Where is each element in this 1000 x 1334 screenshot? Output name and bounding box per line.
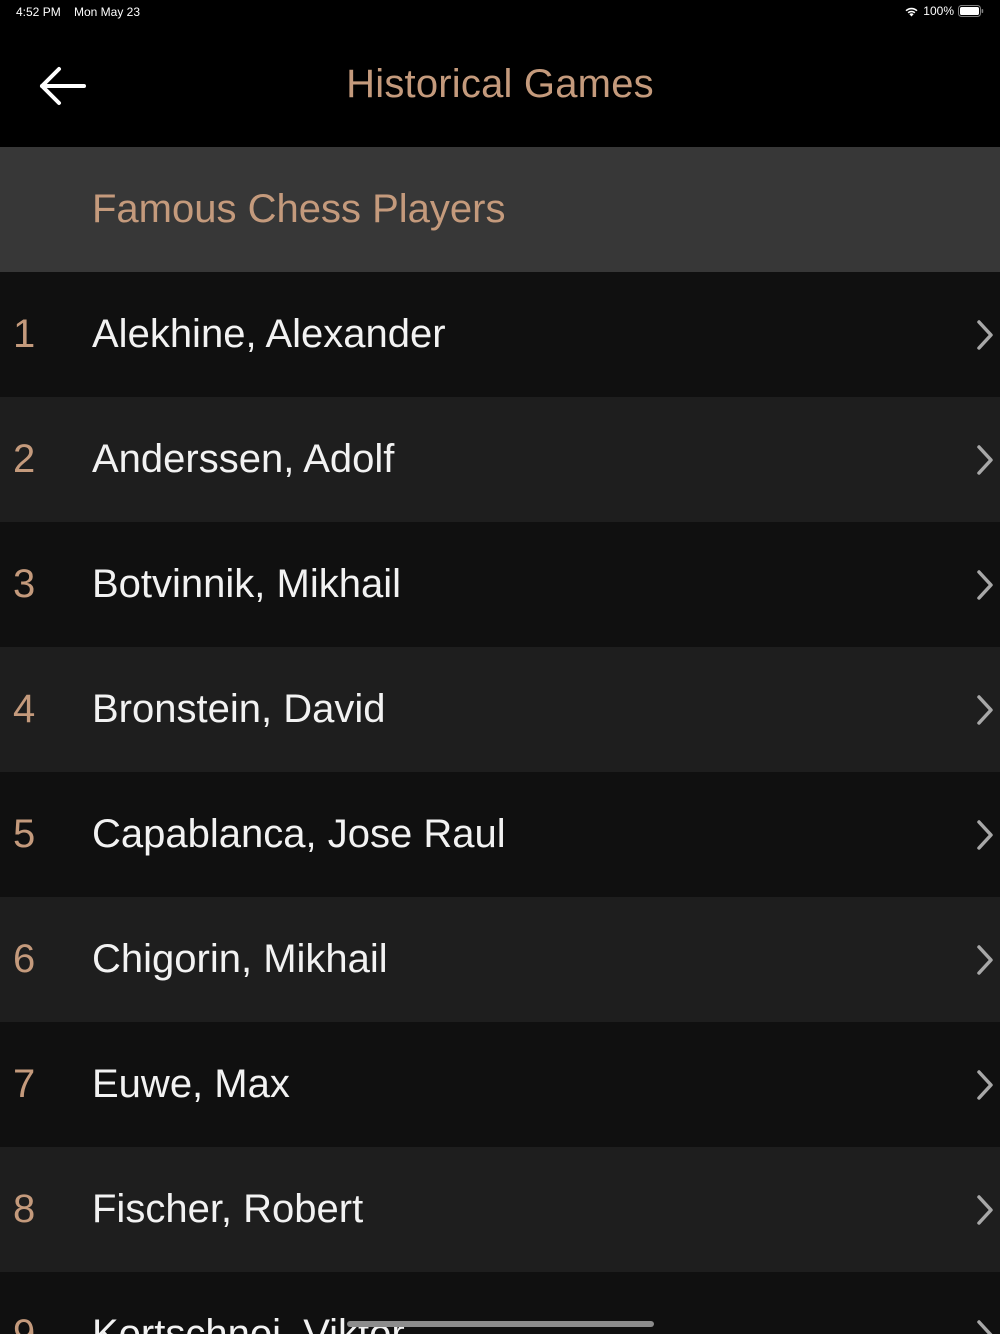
status-bar: 4:52 PM Mon May 23 100% xyxy=(0,0,1000,24)
chevron-right-icon xyxy=(977,1070,993,1100)
status-time: 4:52 PM xyxy=(16,5,61,19)
list-item-number: 9 xyxy=(13,1312,36,1334)
navigation-bar: Historical Games xyxy=(0,24,1000,147)
chevron-right-icon xyxy=(977,445,993,475)
list-item-number: 8 xyxy=(13,1187,36,1231)
list-item-number: 5 xyxy=(13,812,36,856)
list-item-name: Capablanca, Jose Raul xyxy=(92,812,506,856)
list-item-name: Bronstein, David xyxy=(92,687,386,731)
app-screen: 4:52 PM Mon May 23 100% Historical Games… xyxy=(0,0,1000,1334)
list-item[interactable]: 1 Alekhine, Alexander xyxy=(0,272,1000,397)
list-item-name: Fischer, Robert xyxy=(92,1187,364,1231)
chevron-right-icon xyxy=(977,820,993,850)
list-item[interactable]: 3 Botvinnik, Mikhail xyxy=(0,522,1000,647)
list-item[interactable]: 6 Chigorin, Mikhail xyxy=(0,897,1000,1022)
status-date: Mon May 23 xyxy=(74,5,141,19)
list-item-number: 4 xyxy=(13,687,36,731)
status-indicators: 100% xyxy=(904,4,984,18)
chevron-right-icon xyxy=(977,695,993,725)
list-item-name: Botvinnik, Mikhail xyxy=(92,562,402,606)
chevron-right-icon xyxy=(977,570,993,600)
list-item-number: 7 xyxy=(13,1062,36,1106)
chevron-right-icon xyxy=(977,1195,993,1225)
chevron-right-icon xyxy=(977,945,993,975)
battery-percent: 100% xyxy=(923,4,954,18)
wifi-icon xyxy=(904,6,919,17)
list-item[interactable]: 5 Capablanca, Jose Raul xyxy=(0,772,1000,897)
page-title: Historical Games xyxy=(346,62,654,106)
list-item-name: Euwe, Max xyxy=(92,1062,290,1106)
list-item-number: 6 xyxy=(13,937,36,981)
list-item-name: Chigorin, Mikhail xyxy=(92,937,388,981)
battery-icon xyxy=(958,5,984,17)
list-item-name: Anderssen, Adolf xyxy=(92,437,395,481)
chevron-right-icon xyxy=(977,1320,993,1334)
list-item[interactable]: 8 Fischer, Robert xyxy=(0,1147,1000,1272)
chevron-right-icon xyxy=(977,320,993,350)
home-indicator[interactable] xyxy=(347,1321,654,1327)
player-list: 1 Alekhine, Alexander 2 Anderssen, Adolf… xyxy=(0,272,1000,1334)
list-item-number: 1 xyxy=(13,312,36,356)
list-item-number: 3 xyxy=(13,562,36,606)
list-item-number: 2 xyxy=(13,437,36,481)
section-title: Famous Chess Players xyxy=(92,187,506,231)
list-item[interactable]: 7 Euwe, Max xyxy=(0,1022,1000,1147)
list-item[interactable]: 4 Bronstein, David xyxy=(0,647,1000,772)
list-item[interactable]: 2 Anderssen, Adolf xyxy=(0,397,1000,522)
list-item-name: Alekhine, Alexander xyxy=(92,312,446,356)
section-header: Famous Chess Players xyxy=(0,147,1000,272)
